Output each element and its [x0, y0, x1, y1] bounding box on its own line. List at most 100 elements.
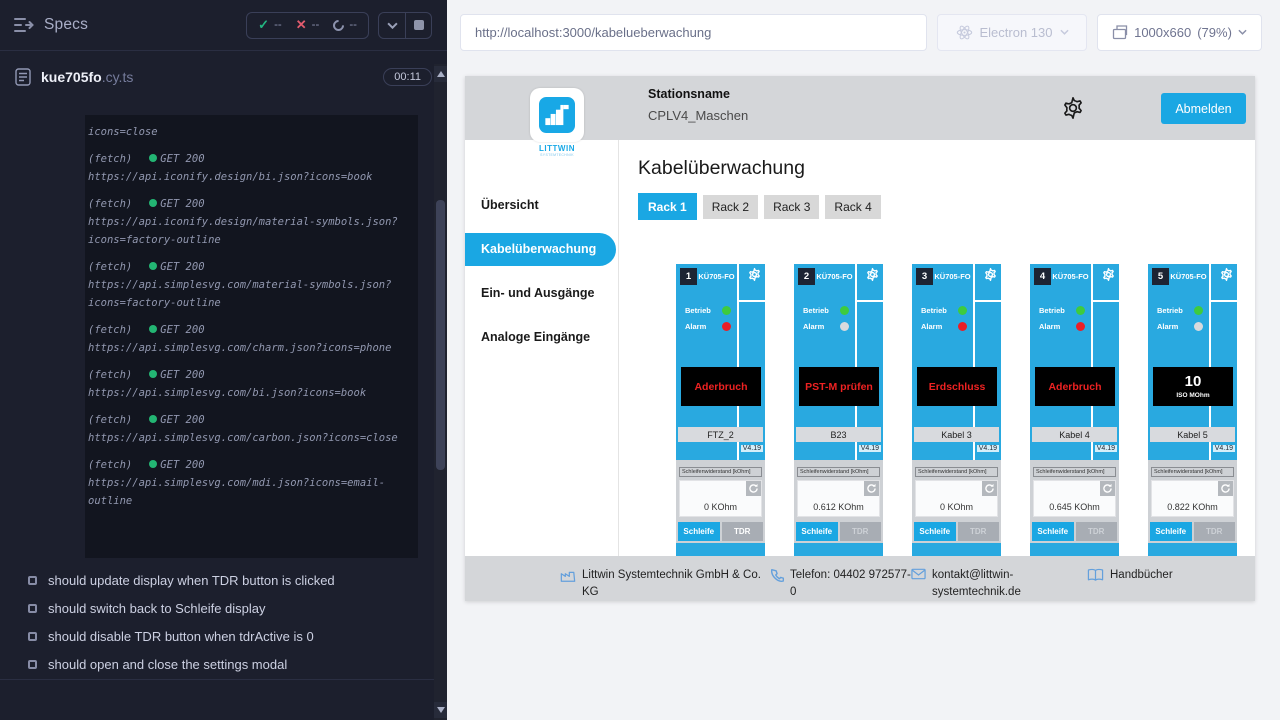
- spec-file-icon: [15, 68, 31, 86]
- device-model: KÜ705-FO: [696, 272, 737, 281]
- sidebar-item[interactable]: Übersicht: [465, 183, 618, 227]
- device-settings-icon[interactable]: [1101, 267, 1116, 282]
- log-entry[interactable]: (fetch)GET 200https://api.simplesvg.com/…: [88, 411, 404, 447]
- specs-menu-icon[interactable]: [14, 17, 34, 33]
- settings-gear-icon[interactable]: [1060, 95, 1086, 121]
- command-log: icons=close (fetch)GET 200https://api.ico…: [85, 115, 418, 558]
- alarm-row: Alarm: [1039, 322, 1085, 331]
- rack-tab[interactable]: Rack 2: [703, 195, 758, 219]
- test-title: should update display when TDR button is…: [48, 573, 335, 588]
- status-display: Erdschluss: [917, 367, 997, 406]
- refresh-icon[interactable]: [746, 481, 761, 496]
- cable-name: Kabel 4: [1032, 427, 1117, 442]
- betrieb-led: [722, 306, 731, 315]
- divider: [739, 300, 765, 302]
- viewport-size: 1000x660: [1134, 25, 1191, 40]
- iso-unit: ISO MOhm: [1176, 392, 1209, 399]
- alarm-label: Alarm: [1039, 322, 1060, 331]
- schleife-button[interactable]: Schleife: [1032, 522, 1074, 541]
- scroll-down-arrow[interactable]: [434, 702, 447, 718]
- browser-selector[interactable]: Electron 130: [937, 14, 1087, 51]
- device-number: 4: [1034, 268, 1051, 285]
- stop-button[interactable]: [405, 13, 431, 38]
- test-item[interactable]: should open and close the settings modal: [0, 650, 434, 678]
- rack-tab[interactable]: Rack 3: [764, 195, 819, 219]
- email-icon: [911, 568, 926, 580]
- tdr-button[interactable]: TDR: [1194, 522, 1236, 541]
- schleife-button[interactable]: Schleife: [678, 522, 720, 541]
- tdr-button[interactable]: TDR: [958, 522, 1000, 541]
- measurement-section: Schleifenwiderstand [kOhm]0 KOhmSchleife…: [676, 460, 765, 543]
- device-settings-icon[interactable]: [865, 267, 880, 282]
- test-item[interactable]: should update display when TDR button is…: [0, 566, 434, 594]
- log-url: https://api.simplesvg.com/material-symbo…: [88, 276, 404, 312]
- iso-value: 10: [1185, 374, 1202, 390]
- schleife-button[interactable]: Schleife: [796, 522, 838, 541]
- chevron-down-icon: [1060, 29, 1069, 35]
- test-item[interactable]: should switch back to Schleife display: [0, 594, 434, 622]
- footer-manuals[interactable]: Handbücher: [1087, 567, 1173, 584]
- measurement-value: 0.645 KOhm: [1034, 502, 1115, 512]
- device-settings-icon[interactable]: [1219, 267, 1234, 282]
- schleife-button[interactable]: Schleife: [914, 522, 956, 541]
- measurement-label: Schleifenwiderstand [kOhm]: [915, 467, 998, 477]
- log-entry[interactable]: (fetch)GET 200https://api.simplesvg.com/…: [88, 366, 404, 402]
- device-settings-icon[interactable]: [983, 267, 998, 282]
- logout-button[interactable]: Abmelden: [1161, 93, 1246, 124]
- rack-tab[interactable]: Rack 1: [638, 193, 697, 220]
- logo-subtext: SYSTEMTECHNIK: [528, 153, 586, 157]
- specs-label[interactable]: Specs: [44, 16, 88, 34]
- rack-tab[interactable]: Rack 4: [825, 195, 880, 219]
- log-url: https://api.simplesvg.com/bi.json?icons=…: [88, 384, 404, 402]
- cypress-reporter-panel: Specs ✓-- ✕-- -- kue705fo .cy.ts 00:11 i…: [0, 0, 447, 720]
- alarm-message: Erdschluss: [929, 381, 986, 393]
- reporter-scrollbar[interactable]: [434, 64, 447, 720]
- log-entry[interactable]: (fetch)GET 200https://api.simplesvg.com/…: [88, 456, 404, 510]
- log-entry[interactable]: (fetch)GET 200https://api.simplesvg.com/…: [88, 321, 404, 357]
- sidebar-item[interactable]: Analoge Eingänge: [465, 315, 618, 359]
- firmware-version: V4.19: [1095, 445, 1117, 452]
- log-entry[interactable]: (fetch)GET 200https://api.iconify.design…: [88, 195, 404, 249]
- sidebar-item[interactable]: Kabelüberwachung: [465, 233, 616, 266]
- measurement-section: Schleifenwiderstand [kOhm]0.612 KOhmSchl…: [794, 460, 883, 543]
- device-settings-icon[interactable]: [747, 267, 762, 282]
- log-entry[interactable]: icons=close: [88, 123, 404, 141]
- device-card: 3KÜ705-FOBetriebAlarmErdschlussKabel 3V4…: [912, 264, 1001, 556]
- betrieb-led: [1194, 306, 1203, 315]
- cable-name: Kabel 5: [1150, 427, 1235, 442]
- collapse-all-button[interactable]: [379, 13, 405, 38]
- stat-passed: ✓--: [258, 17, 282, 33]
- firmware-version: V4.19: [859, 445, 881, 452]
- schleife-button[interactable]: Schleife: [1150, 522, 1192, 541]
- betrieb-led: [840, 306, 849, 315]
- mode-buttons: SchleifeTDR: [796, 522, 881, 541]
- refresh-icon[interactable]: [864, 481, 879, 496]
- device-number: 5: [1152, 268, 1169, 285]
- test-item[interactable]: should disable TDR button when tdrActive…: [0, 622, 434, 650]
- viewport-selector[interactable]: 1000x660 (79%): [1097, 14, 1262, 51]
- log-status: GET 200: [160, 261, 204, 273]
- measurement-box: 0.645 KOhm: [1033, 480, 1116, 517]
- logo-text: LITTWIN: [528, 144, 586, 153]
- station-name: CPLV4_Maschen: [648, 108, 748, 123]
- url-input[interactable]: http://localhost:3000/kabelueberwachung: [460, 14, 927, 51]
- app-sidebar: Übersicht Kabelüberwachung Ein- und Ausgän…: [465, 140, 619, 601]
- alarm-led: [958, 322, 967, 331]
- refresh-icon[interactable]: [1100, 481, 1115, 496]
- log-status: GET 200: [160, 414, 204, 426]
- refresh-icon[interactable]: [1218, 481, 1233, 496]
- measurement-section: Schleifenwiderstand [kOhm]0 KOhmSchleife…: [912, 460, 1001, 543]
- tdr-button[interactable]: TDR: [840, 522, 882, 541]
- measurement-section: Schleifenwiderstand [kOhm]0.822 KOhmSchl…: [1148, 460, 1237, 543]
- tdr-button[interactable]: TDR: [1076, 522, 1118, 541]
- scrollbar-thumb[interactable]: [436, 200, 445, 470]
- tdr-button[interactable]: TDR: [722, 522, 764, 541]
- scroll-up-arrow[interactable]: [434, 66, 447, 82]
- sidebar-item[interactable]: Ein- und Ausgänge: [465, 271, 618, 315]
- log-entry[interactable]: (fetch)GET 200https://api.iconify.design…: [88, 150, 404, 186]
- passed-count: --: [274, 19, 282, 31]
- refresh-icon[interactable]: [982, 481, 997, 496]
- spec-file-row[interactable]: kue705fo .cy.ts 00:11: [0, 51, 447, 102]
- log-entry[interactable]: (fetch)GET 200https://api.simplesvg.com/…: [88, 258, 404, 312]
- measurement-box: 0.822 KOhm: [1151, 480, 1234, 517]
